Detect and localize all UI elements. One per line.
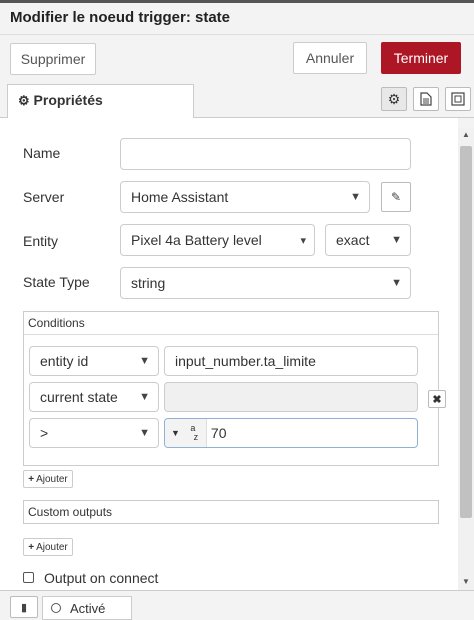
plus-icon: + [28,473,35,485]
chevron-down-icon: ▼ [139,391,150,403]
gear-icon: ⚙ [387,90,401,107]
caret-down-icon: ▾ [300,234,306,247]
frame-icon [451,92,465,106]
add-custom-output-label: Ajouter [36,541,68,553]
enabled-toggle[interactable]: Activé [42,596,132,620]
entity-match-select[interactable]: exact ▼ [325,224,411,256]
dialog-title: Modifier le noeud trigger: state [0,3,474,35]
caret-down-icon: ▼ [171,428,180,438]
condition-2-property: current state [40,389,118,405]
scroll-up-icon[interactable]: ▲ [462,130,470,139]
gear-icon: ⚙ [18,93,30,108]
plus-icon: + [28,541,35,553]
chevron-down-icon: ▼ [350,191,361,203]
add-condition-label: Ajouter [36,473,68,485]
condition-3-value-input[interactable]: ▼ az 70 [164,418,418,448]
tab-properties-label: Propriétés [33,92,103,108]
chevron-down-icon: ▼ [391,234,402,246]
condition-1-property-select[interactable]: entity id ▼ [29,346,159,376]
properties-panel: Name Server Home Assistant ▼ ✎ Entity Pi… [0,118,458,590]
edit-server-button[interactable]: ✎ [381,182,411,212]
chevron-down-icon: ▼ [391,277,402,289]
close-icon: ✖ [432,393,442,406]
book-icon: ▮ [20,601,28,614]
state-type-select[interactable]: string ▼ [120,267,411,299]
name-label: Name [23,145,61,161]
server-select-value: Home Assistant [131,189,229,205]
entity-match-value: exact [336,232,370,248]
condition-1-value-input[interactable]: input_number.ta_limite [164,346,418,376]
scrollbar-thumb[interactable] [460,146,472,518]
string-type-icon: az [190,423,199,442]
condition-3-property-select[interactable]: > ▼ [29,418,159,448]
entity-select[interactable]: Pixel 4a Battery level ▾ [120,224,315,256]
help-button[interactable]: ▮ [10,596,38,618]
scroll-down-icon[interactable]: ▼ [462,577,470,586]
circle-icon [51,603,61,613]
appearance-icon-button[interactable] [445,87,471,111]
condition-3-property: > [40,425,49,441]
description-icon-button[interactable] [413,87,439,111]
custom-outputs-header: Custom outputs [28,505,113,519]
entity-select-value: Pixel 4a Battery level [131,232,262,248]
output-on-connect-label: Output on connect [44,570,159,586]
pencil-icon: ✎ [390,190,402,204]
condition-3-value: 70 [210,425,227,441]
done-button[interactable]: Terminer [381,42,461,74]
conditions-header: Conditions [24,312,438,335]
add-condition-button[interactable]: + Ajouter [23,470,73,488]
condition-2-property-select[interactable]: current state ▼ [29,382,159,412]
enabled-toggle-label: Activé [70,600,106,616]
state-type-value: string [131,275,166,291]
add-custom-output-button[interactable]: + Ajouter [23,538,73,556]
entity-label: Entity [23,233,59,249]
state-type-label: State Type [23,274,90,290]
name-input[interactable] [120,138,411,170]
custom-outputs-box: Custom outputs [23,500,439,524]
condition-1-property: entity id [40,353,89,369]
server-label: Server [23,189,65,205]
document-icon [420,92,432,106]
cancel-button[interactable]: Annuler [293,42,367,74]
server-select[interactable]: Home Assistant ▼ [120,181,370,213]
chevron-down-icon: ▼ [139,427,150,439]
delete-button[interactable]: Supprimer [10,43,96,75]
condition-2-value-input[interactable] [164,382,418,412]
output-on-connect-checkbox[interactable] [23,572,34,583]
tab-properties[interactable]: ⚙ Propriétés [7,84,194,119]
remove-condition-button[interactable]: ✖ [428,390,446,408]
type-selector[interactable]: ▼ az [165,419,207,447]
settings-icon-button[interactable]: ⚙ [381,87,407,111]
chevron-down-icon: ▼ [139,355,150,367]
